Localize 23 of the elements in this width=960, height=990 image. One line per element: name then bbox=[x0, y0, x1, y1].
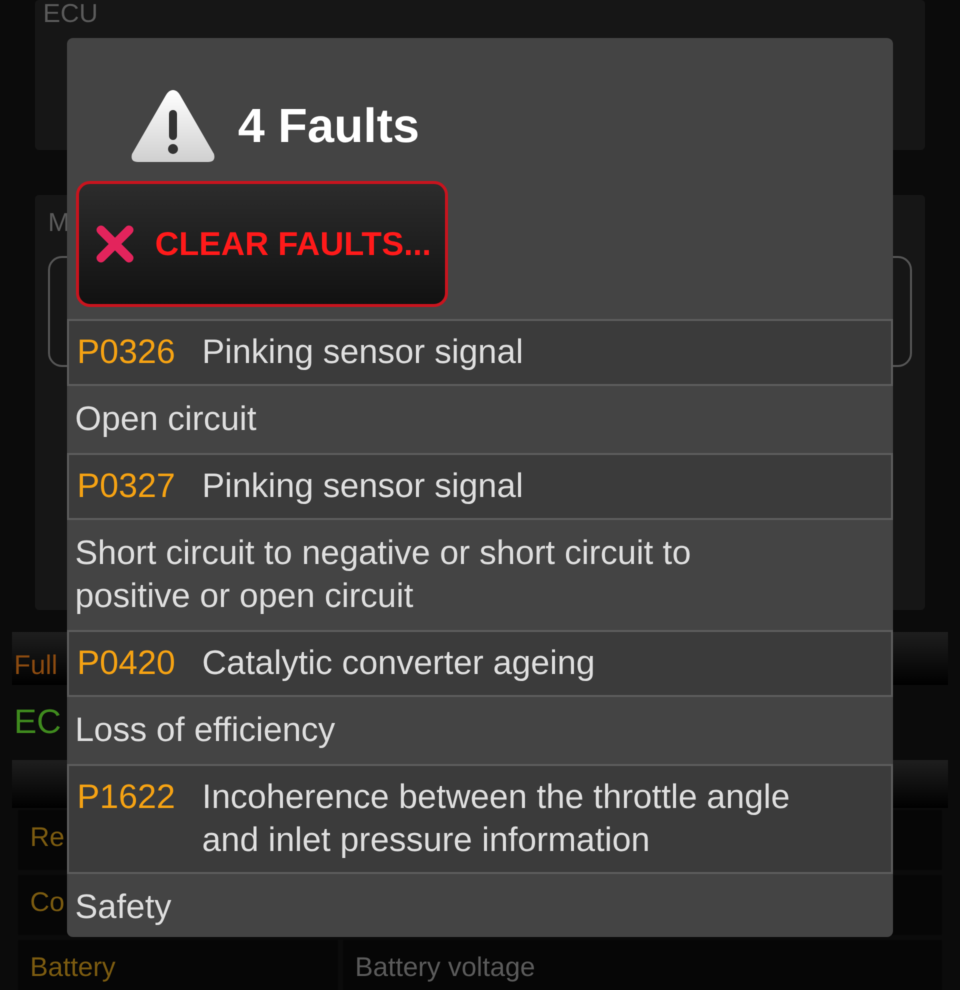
fault-row[interactable]: P1622 Incoherence between the throttle angle and inlet pressure information bbox=[67, 764, 893, 874]
fault-row[interactable]: P0420 Catalytic converter ageing bbox=[67, 630, 893, 697]
table-cell: Battery bbox=[18, 940, 338, 990]
status-label: Full bbox=[14, 649, 58, 682]
table-cell: Battery voltage bbox=[343, 940, 942, 990]
close-icon bbox=[95, 224, 135, 264]
card-title: ECU bbox=[43, 0, 98, 26]
fault-detail: Safety bbox=[75, 888, 172, 926]
fault-detail: Open circuit bbox=[75, 400, 256, 438]
fault-code: P0327 bbox=[77, 466, 176, 507]
fault-row[interactable]: P0326 Pinking sensor signal bbox=[67, 319, 893, 386]
fault-code: P0420 bbox=[77, 643, 176, 684]
fault-code: P0326 bbox=[77, 332, 176, 373]
fault-name: Pinking sensor signal bbox=[202, 332, 524, 373]
warning-icon bbox=[130, 88, 216, 164]
fault-name: Catalytic converter ageing bbox=[202, 643, 596, 684]
fault-detail: Loss of efficiency bbox=[75, 711, 336, 749]
clear-faults-button[interactable]: CLEAR FAULTS... bbox=[76, 181, 448, 307]
fault-detail: Short circuit to negative or short circuit to positive or open circuit bbox=[75, 534, 692, 615]
fault-name: Pinking sensor signal bbox=[202, 466, 524, 507]
dialog-title: 4 Faults bbox=[238, 98, 420, 154]
fault-row[interactable]: P0327 Pinking sensor signal bbox=[67, 453, 893, 520]
ecu-status: EC bbox=[14, 703, 62, 742]
